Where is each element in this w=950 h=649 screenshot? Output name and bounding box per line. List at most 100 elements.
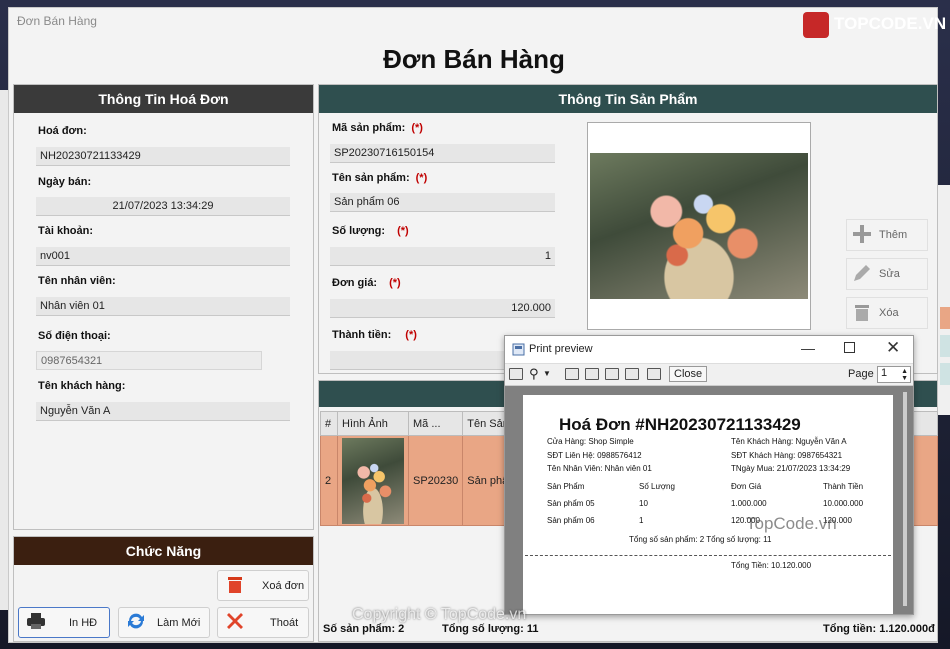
flower-basket-photo: [590, 153, 808, 299]
sale-date-field[interactable]: 21/07/2023 13:34:29: [36, 197, 290, 216]
six-pages-icon[interactable]: [647, 368, 661, 380]
four-pages-icon[interactable]: [625, 368, 639, 380]
sale-date-label: Ngày bán:: [38, 176, 92, 188]
receipt-phone: SĐT Liên Hệ: 0988576412: [547, 451, 642, 460]
chevron-down-icon[interactable]: ▼: [543, 369, 551, 378]
phone-label: Số điện thoại:: [38, 330, 111, 342]
refresh-button[interactable]: Làm Mới: [118, 607, 210, 638]
required-mark: (*): [397, 225, 409, 237]
product-code-field[interactable]: SP20230716150154: [330, 144, 555, 163]
trash-icon: [851, 301, 873, 326]
add-button[interactable]: Thêm: [846, 219, 928, 251]
required-mark: (*): [405, 329, 417, 341]
spin-arrows-icon[interactable]: ▲ ▼: [901, 368, 908, 382]
grid-cell-image[interactable]: [337, 435, 409, 526]
delete-button[interactable]: Xóa: [846, 297, 928, 329]
receipt-title: Hoá Đơn #NH20230721133429: [559, 415, 801, 434]
line-total-label: Thành tiền: (*): [332, 329, 417, 341]
two-pages-icon[interactable]: [585, 368, 599, 380]
required-mark: (*): [389, 277, 401, 289]
customer-name-label: Tên khách hàng:: [38, 380, 126, 392]
page-number-value: 1: [881, 367, 888, 379]
close-icon: [224, 610, 246, 635]
receipt-item-price: 1.000.000: [731, 499, 767, 508]
maximize-icon[interactable]: [844, 342, 855, 353]
customer-name-field[interactable]: Nguyễn Văn A: [36, 402, 290, 421]
background-row: [940, 363, 950, 385]
background-row: [940, 335, 950, 357]
grid-column-header[interactable]: Hình Ảnh: [337, 411, 409, 436]
unit-price-label-text: Đơn giá:: [332, 277, 378, 289]
grid-cell-index[interactable]: 2: [320, 435, 338, 526]
page-title: Đơn Bán Hàng: [383, 44, 565, 74]
minimize-icon[interactable]: —: [801, 340, 815, 356]
zoom-icon[interactable]: ⚲: [529, 366, 539, 382]
grid-column-header[interactable]: #: [320, 411, 338, 436]
receipt-col-header: Số Lượng: [639, 482, 675, 491]
unit-price-field[interactable]: 120.000: [330, 299, 555, 318]
delete-invoice-label: Xoá đơn: [262, 579, 305, 592]
three-pages-icon[interactable]: [605, 368, 619, 380]
account-field[interactable]: nv001: [36, 247, 290, 266]
product-info-panel: Thông Tin Sản Phẩm Mã sản phẩm: (*) SP202…: [318, 84, 938, 374]
receipt-item-name: Sản phẩm 05: [547, 499, 595, 508]
print-preview-canvas[interactable]: Hoá Đơn #NH20230721133429 Cửa Hàng: Shop…: [505, 386, 913, 614]
edit-button[interactable]: Sửa: [846, 258, 928, 290]
receipt-customer: Tên Khách Hàng: Nguyễn Văn A: [731, 437, 847, 446]
employee-name-field[interactable]: Nhân viên 01: [36, 297, 290, 316]
receipt-totals-line: Tổng số sản phẩm: 2 Tổng số lượng: 11: [629, 535, 772, 544]
delete-invoice-button[interactable]: Xoá đơn: [217, 570, 309, 601]
window-title: Đơn Bán Hàng: [17, 14, 97, 28]
invoice-info-header: Thông Tin Hoá Đơn: [14, 85, 313, 113]
required-mark: (*): [411, 122, 423, 134]
close-icon[interactable]: ✕: [886, 338, 900, 358]
one-page-icon[interactable]: [565, 368, 579, 380]
print-preview-title: Print preview: [529, 343, 593, 355]
total-quantity: Tổng số lượng: 11: [442, 623, 539, 635]
invoice-id-field[interactable]: NH20230721133429: [36, 147, 290, 166]
print-label: In HĐ: [69, 616, 98, 629]
receipt-store: Cửa Hàng: Shop Simple: [547, 437, 634, 446]
receipt-col-header: Sản Phẩm: [547, 482, 585, 491]
print-icon[interactable]: [509, 368, 523, 380]
functions-panel: Chức Năng Xoá đơn In HĐ Làm Mới Thoát: [13, 536, 314, 642]
receipt-grand-total: Tổng Tiền: 10.120.000: [731, 561, 812, 570]
product-image[interactable]: [587, 122, 811, 330]
receipt-divider: [525, 555, 891, 556]
quantity-field[interactable]: 1: [330, 247, 555, 266]
preview-scrollbar[interactable]: [903, 392, 907, 606]
receipt-employee: Tên Nhân Viên: Nhân viên 01: [547, 464, 652, 473]
background-window-right: [938, 185, 950, 415]
print-preview-dialog: Print preview — ✕ ⚲ ▼ Close Page 1 ▲ ▼ Hoá…: [504, 335, 914, 615]
receipt-item-total: 10.000.000: [823, 499, 864, 508]
product-code-label-text: Mã sản phẩm:: [332, 122, 406, 134]
trash-icon: [224, 573, 246, 598]
receipt-item-name: Sản phẩm 06: [547, 516, 595, 525]
line-total-field[interactable]: [330, 351, 510, 370]
print-button[interactable]: In HĐ: [18, 607, 110, 638]
receipt-page: Hoá Đơn #NH20230721133429 Cửa Hàng: Shop…: [523, 395, 893, 614]
pencil-icon: [851, 262, 873, 287]
add-button-label: Thêm: [879, 229, 908, 241]
row-product-thumbnail: [342, 437, 404, 524]
grid-cell-code[interactable]: SP20230: [407, 435, 464, 526]
print-preview-toolbar: ⚲ ▼ Close Page 1 ▲ ▼: [505, 364, 913, 386]
unit-price-label: Đơn giá: (*): [332, 277, 401, 289]
functions-header: Chức Năng: [14, 537, 313, 565]
exit-button[interactable]: Thoát: [217, 607, 309, 638]
page-label: Page: [848, 368, 874, 380]
page-number-input[interactable]: 1 ▲ ▼: [877, 366, 911, 383]
product-name-field[interactable]: Sản phẩm 06: [330, 193, 555, 212]
close-preview-button[interactable]: Close: [669, 366, 708, 382]
print-preview-icon: [512, 343, 525, 359]
employee-name-label: Tên nhân viên:: [38, 275, 116, 287]
refresh-icon: [125, 610, 147, 635]
printer-icon: [25, 610, 47, 635]
exit-label: Thoát: [270, 616, 299, 629]
phone-field[interactable]: 0987654321: [36, 351, 262, 370]
receipt-col-header: Thành Tiền: [823, 482, 864, 491]
quantity-label: Số lượng: (*): [332, 225, 409, 237]
print-preview-titlebar: Print preview — ✕: [505, 336, 913, 364]
plus-icon: [851, 223, 873, 248]
grid-column-header[interactable]: Mã ...: [407, 411, 464, 436]
